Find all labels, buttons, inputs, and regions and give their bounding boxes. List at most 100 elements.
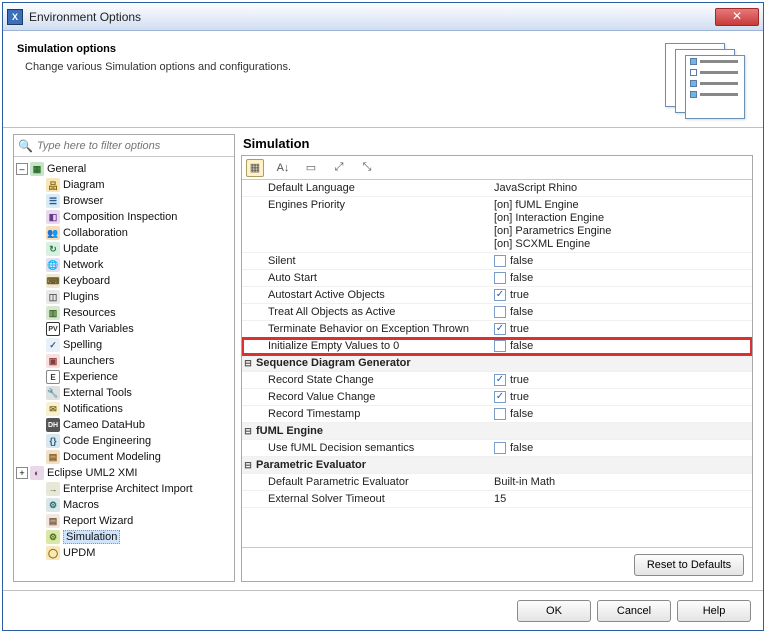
property-group[interactable]: ⊟Parametric Evaluator [242, 457, 752, 474]
checkbox-icon[interactable] [494, 306, 506, 318]
tree-item[interactable]: 🌐Network [16, 257, 232, 273]
property-value[interactable] [492, 355, 752, 359]
property-value[interactable]: false [492, 253, 752, 269]
tree-item[interactable]: ☰Browser [16, 193, 232, 209]
cancel-button[interactable]: Cancel [597, 600, 671, 622]
filter-input[interactable] [37, 140, 230, 152]
tree-item[interactable]: ▤Report Wizard [16, 513, 232, 529]
header-title: Simulation options [17, 43, 291, 55]
tree-item[interactable]: 品Diagram [16, 177, 232, 193]
tree-item[interactable]: ▣Launchers [16, 353, 232, 369]
tree-item[interactable]: ⌨Keyboard [16, 273, 232, 289]
property-row[interactable]: Treat All Objects as Activefalse [242, 304, 752, 321]
property-row[interactable]: Auto Startfalse [242, 270, 752, 287]
collapse-icon[interactable]: ⊟ [242, 460, 254, 471]
description-toggle-icon[interactable]: ▭ [302, 159, 320, 177]
checkbox-icon[interactable] [494, 408, 506, 420]
property-group[interactable]: ⊟Sequence Diagram Generator [242, 355, 752, 372]
tree-icon: ◯ [46, 546, 60, 560]
tree-item[interactable]: →Enterprise Architect Import [16, 481, 232, 497]
tree-item[interactable]: ◯UPDM [16, 545, 232, 561]
property-value[interactable]: true [492, 321, 752, 337]
tree-icon: ◫ [46, 290, 60, 304]
property-row[interactable]: External Solver Timeout15 [242, 491, 752, 508]
titlebar[interactable]: X Environment Options ✕ [3, 3, 763, 31]
categorize-icon[interactable]: ▦ [246, 159, 264, 177]
checkbox-icon[interactable] [494, 289, 506, 301]
tree-item[interactable]: ▤Document Modeling [16, 449, 232, 465]
right-panel: Simulation ▦ A↓ ▭ ⤢ ⤡ Default LanguageJa… [241, 134, 753, 582]
tree-item[interactable]: ⚙Macros [16, 497, 232, 513]
property-value[interactable]: true [492, 372, 752, 388]
tree-item[interactable]: ✉Notifications [16, 401, 232, 417]
checkbox-icon[interactable] [494, 340, 506, 352]
expand-all-icon[interactable]: ⤢ [330, 159, 348, 177]
property-row[interactable]: Default Parametric EvaluatorBuilt-in Mat… [242, 474, 752, 491]
tree-item[interactable]: –▦General [16, 161, 232, 177]
reset-to-defaults-button[interactable]: Reset to Defaults [634, 554, 744, 576]
property-row[interactable]: Use fUML Decision semanticsfalse [242, 440, 752, 457]
property-value[interactable]: true [492, 287, 752, 303]
tree-label: Browser [63, 195, 103, 207]
tree-item[interactable]: ✓Spelling [16, 337, 232, 353]
property-row[interactable]: Record State Changetrue [242, 372, 752, 389]
property-value[interactable] [492, 423, 752, 427]
tree-label: Enterprise Architect Import [63, 483, 193, 495]
tree-item[interactable]: ↻Update [16, 241, 232, 257]
checkbox-icon[interactable] [494, 323, 506, 335]
tree-item[interactable]: {}Code Engineering [16, 433, 232, 449]
tree-item[interactable]: PVPath Variables [16, 321, 232, 337]
tree-item[interactable]: 👥Collaboration [16, 225, 232, 241]
help-button[interactable]: Help [677, 600, 751, 622]
property-value[interactable]: false [492, 338, 752, 354]
property-value[interactable]: 15 [492, 491, 752, 507]
collapse-icon[interactable]: ⊟ [242, 426, 254, 437]
property-group[interactable]: ⊟fUML Engine [242, 423, 752, 440]
tree-item[interactable]: ▥Resources [16, 305, 232, 321]
property-value[interactable]: Built-in Math [492, 474, 752, 490]
checkbox-icon[interactable] [494, 391, 506, 403]
property-value[interactable]: true [492, 389, 752, 405]
tree-item[interactable]: +◐Eclipse UML2 XMI [16, 465, 232, 481]
property-name: Sequence Diagram Generator [254, 355, 492, 371]
property-value[interactable]: false [492, 270, 752, 286]
property-value[interactable]: false [492, 440, 752, 456]
checkbox-icon[interactable] [494, 272, 506, 284]
properties-box: ▦ A↓ ▭ ⤢ ⤡ Default LanguageJavaScript Rh… [241, 155, 753, 582]
tree-item[interactable]: DHCameo DataHub [16, 417, 232, 433]
collapse-all-icon[interactable]: ⤡ [358, 159, 376, 177]
property-name: Default Parametric Evaluator [254, 474, 492, 490]
property-row[interactable]: Record Timestampfalse [242, 406, 752, 423]
property-value[interactable]: false [492, 304, 752, 320]
property-row[interactable]: Engines Priority[on] fUML Engine[on] Int… [242, 197, 752, 253]
tree-item[interactable]: EExperience [16, 369, 232, 385]
property-row[interactable]: Record Value Changetrue [242, 389, 752, 406]
sort-az-icon[interactable]: A↓ [274, 159, 292, 177]
property-row[interactable]: Default LanguageJavaScript Rhino [242, 180, 752, 197]
tree-item[interactable]: ◫Plugins [16, 289, 232, 305]
close-button[interactable]: ✕ [715, 8, 759, 26]
tree-item[interactable]: ⚙Simulation [16, 529, 232, 545]
tree-icon: E [46, 370, 60, 384]
dialog-footer: OK Cancel Help [3, 590, 763, 630]
ok-button[interactable]: OK [517, 600, 591, 622]
collapse-icon[interactable]: ⊟ [242, 358, 254, 369]
filter-box[interactable]: 🔍 [14, 135, 234, 157]
tree-label: Code Engineering [63, 435, 151, 447]
property-value[interactable]: [on] fUML Engine[on] Interaction Engine[… [492, 197, 752, 252]
property-value[interactable] [492, 457, 752, 461]
tree-item[interactable]: 🔧External Tools [16, 385, 232, 401]
checkbox-icon[interactable] [494, 374, 506, 386]
property-row[interactable]: Silentfalse [242, 253, 752, 270]
property-value[interactable]: JavaScript Rhino [492, 180, 752, 196]
property-row[interactable]: Terminate Behavior on Exception Throwntr… [242, 321, 752, 338]
property-row[interactable]: Autostart Active Objectstrue [242, 287, 752, 304]
options-tree[interactable]: –▦General品Diagram☰Browser◧Composition In… [14, 157, 234, 581]
property-row[interactable]: Initialize Empty Values to 0false [242, 338, 752, 355]
tree-item[interactable]: ◧Composition Inspection [16, 209, 232, 225]
checkbox-icon[interactable] [494, 255, 506, 267]
properties-list[interactable]: Default LanguageJavaScript RhinoEngines … [242, 180, 752, 547]
tree-icon: ↻ [46, 242, 60, 256]
property-value[interactable]: false [492, 406, 752, 422]
checkbox-icon[interactable] [494, 442, 506, 454]
